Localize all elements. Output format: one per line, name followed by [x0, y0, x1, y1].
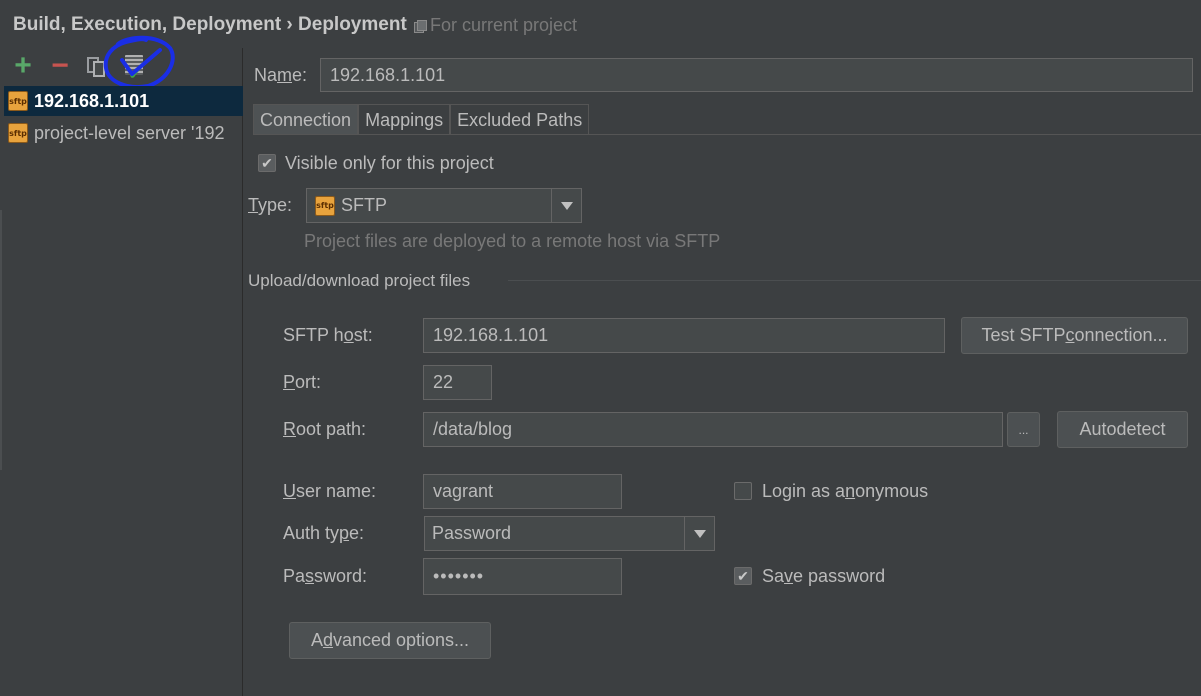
- save-password-label: Save password: [762, 566, 886, 586]
- save-password-checkbox[interactable]: ✔: [734, 567, 752, 585]
- server-item-label: 192.168.1.101: [34, 90, 150, 111]
- chevron-down-icon[interactable]: [684, 517, 714, 550]
- user-name-label: User name:: [283, 481, 377, 501]
- sftp-icon: sftp: [315, 195, 335, 216]
- remove-server-button[interactable]: −: [48, 51, 72, 81]
- sftp-host-label: SFTP host:: [283, 325, 373, 345]
- auth-type-value: Password: [432, 523, 512, 543]
- hand-drawn-circle-annotation: [103, 35, 175, 89]
- tab-connection[interactable]: Connection: [253, 104, 359, 135]
- visible-only-label: Visible only for this project: [285, 153, 494, 173]
- name-label: Name:: [254, 65, 308, 85]
- password-field[interactable]: •••••••: [423, 558, 622, 595]
- tab-excluded-paths[interactable]: Excluded Paths: [450, 104, 590, 135]
- root-path-field[interactable]: /data/blog: [423, 412, 1003, 447]
- tab-mappings[interactable]: Mappings: [358, 104, 451, 135]
- project-scope-icon: [414, 19, 427, 33]
- breadcrumb: Build, Execution, Deployment › Deploymen…: [13, 14, 407, 35]
- root-path-label: Root path:: [283, 419, 367, 439]
- section-separator: [508, 280, 1201, 281]
- type-select[interactable]: sftp SFTP: [306, 188, 582, 223]
- scope-label: For current project: [414, 15, 577, 36]
- scope-text: For current project: [430, 15, 578, 35]
- sftp-icon: sftp: [8, 91, 28, 111]
- advanced-options-button[interactable]: Ad vanced options...: [289, 622, 491, 659]
- type-value: SFTP: [341, 195, 388, 215]
- browse-button[interactable]: ...: [1007, 412, 1040, 447]
- tab-divider: [253, 134, 1201, 135]
- login-anonymous-label: Login as anonymous: [762, 481, 929, 501]
- sftp-host-field[interactable]: 192.168.1.101: [423, 318, 945, 353]
- chevron-down-icon[interactable]: [551, 189, 581, 222]
- auth-type-select[interactable]: Password: [424, 516, 715, 551]
- panel-edge: [0, 210, 2, 470]
- server-item-label: project-level server '192: [34, 122, 225, 143]
- port-label: Port:: [283, 372, 322, 392]
- user-name-field[interactable]: vagrant: [423, 474, 622, 509]
- auth-type-label: Auth type:: [283, 523, 365, 543]
- section-title: Upload/download project files: [248, 271, 471, 290]
- sftp-icon: sftp: [8, 123, 28, 143]
- tab-bar: Connection Mappings Excluded Paths: [253, 104, 590, 135]
- port-field[interactable]: 22: [423, 365, 492, 400]
- test-connection-button[interactable]: Test SFTP c onnection...: [961, 317, 1188, 354]
- add-server-button[interactable]: +: [11, 51, 35, 81]
- password-label: Password:: [283, 566, 368, 586]
- server-item[interactable]: sftp project-level server '192: [4, 118, 243, 148]
- type-label: Type:: [248, 195, 293, 215]
- name-field[interactable]: 192.168.1.101: [320, 58, 1193, 92]
- visible-only-checkbox[interactable]: ✔: [258, 154, 276, 172]
- autodetect-button[interactable]: Autodetect: [1057, 411, 1188, 448]
- type-hint: Project files are deployed to a remote h…: [304, 231, 721, 251]
- server-item-selected[interactable]: sftp 192.168.1.101: [4, 86, 243, 116]
- login-anonymous-checkbox[interactable]: [734, 482, 752, 500]
